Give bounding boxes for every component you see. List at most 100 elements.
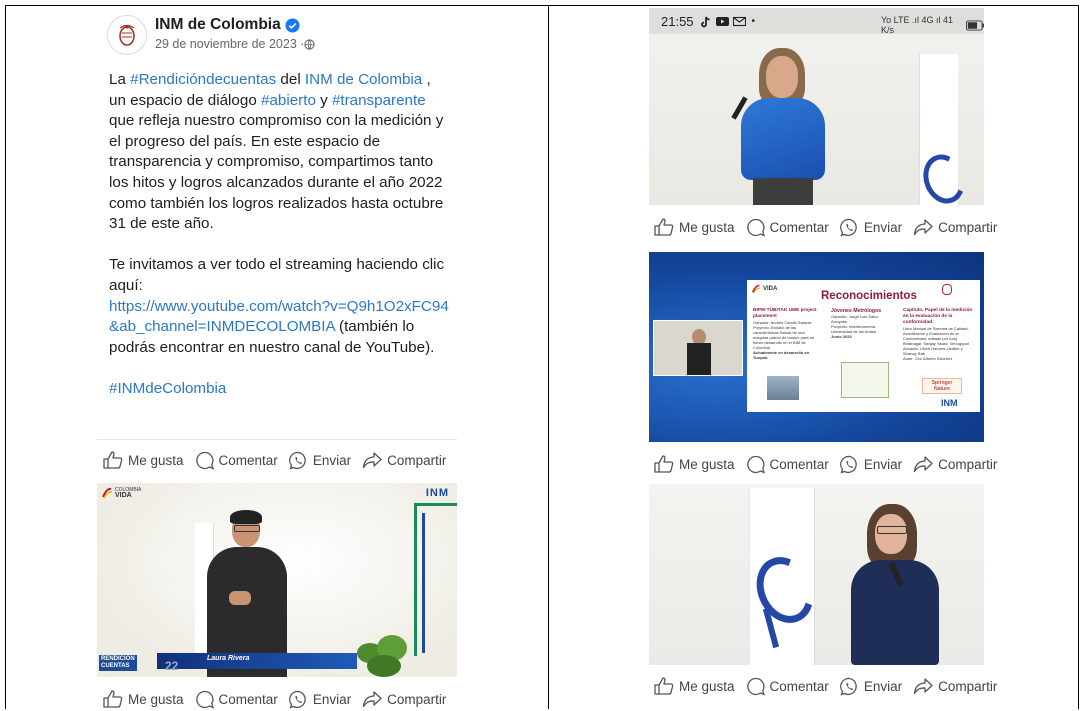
comment-button[interactable]: Comentar [746, 455, 829, 474]
action-bar: Me gusta Comentar Enviar Compartir [654, 215, 1008, 239]
flag-inm-mark [746, 547, 824, 633]
send-button[interactable]: Enviar [288, 451, 352, 470]
status-right: Yo LTE .ıl 4G ıl 41 K/s [881, 15, 984, 35]
share-button[interactable]: Compartir [913, 677, 997, 695]
comment-button[interactable]: Comentar [195, 690, 278, 709]
brand-mark-icon [751, 284, 761, 294]
send-label: Enviar [863, 456, 903, 472]
like-button[interactable]: Me gusta [654, 218, 735, 236]
send-button[interactable]: Enviar [839, 455, 903, 474]
share-label: Compartir [938, 219, 998, 235]
slide-col-3: Capítulo, Papel de la medición en la eva… [903, 308, 973, 361]
divider [97, 439, 457, 440]
video-frame-interpreter[interactable]: COLOMBIA VIDA INM Laura Rivera RENDICIÓN… [97, 483, 457, 677]
page-name-row: INM de Colombia [155, 16, 300, 34]
globe-icon [304, 38, 316, 50]
slide-certificate [841, 362, 889, 398]
inline-link[interactable]: #abierto [261, 92, 316, 109]
share-button[interactable]: Compartir [362, 451, 446, 469]
whatsapp-icon [839, 677, 857, 696]
slide-crest [942, 284, 952, 295]
glasses [877, 526, 907, 534]
comment-icon [195, 690, 214, 709]
share-button[interactable]: Compartir [913, 455, 997, 473]
post-date[interactable]: 29 de noviembre de 2023 · [155, 37, 304, 51]
comment-icon [746, 677, 765, 696]
comment-icon [195, 451, 214, 470]
inm-logo: INM [425, 487, 449, 499]
hair [230, 510, 262, 524]
thumbs-up-icon [654, 218, 674, 236]
photo-slide-reconocimientos[interactable]: VIDA Reconocimientos BIPM-TÜBITAK UME pr… [649, 252, 984, 442]
speaker-woman [849, 504, 941, 665]
gmail-icon [732, 16, 746, 27]
inline-text: del [276, 71, 305, 88]
deco-lines-blue [422, 513, 447, 653]
invite-text: Te invitamos a ver todo el streaming hac… [109, 256, 445, 294]
brand-mark-icon [102, 487, 113, 499]
inline-link[interactable]: INM de Colombia [305, 71, 422, 88]
inline-text: que refleja nuestro compromiso con la me… [109, 112, 444, 233]
youtube-icon [715, 17, 729, 26]
send-label: Enviar [863, 678, 903, 694]
verified-badge-icon [285, 17, 300, 33]
inline-link[interactable]: #transparente [332, 92, 426, 109]
inset-speaker-video [653, 320, 743, 376]
whatsapp-icon [288, 451, 306, 470]
post-paragraph-2: Te invitamos a ver todo el streaming hac… [109, 255, 449, 358]
face [766, 56, 798, 98]
photo-speaker-blue[interactable]: 21:55 • Yo LTE .ıl 4G ıl 41 K/s [649, 8, 984, 205]
flag [746, 488, 824, 665]
comment-button[interactable]: Comentar [195, 451, 278, 470]
action-bar: Me gusta Comentar Enviar Compartir [654, 674, 1008, 698]
action-bar: Me gusta Comentar Enviar Compartir [103, 448, 457, 472]
share-icon [913, 219, 933, 236]
post-date-row: 29 de noviembre de 2023 · [155, 37, 316, 51]
skirt [753, 178, 813, 205]
glasses [234, 525, 260, 532]
share-icon [913, 678, 933, 695]
slide-col-1: BIPM-TÜBITAK UME project placement Ganad… [753, 308, 817, 360]
like-button[interactable]: Me gusta [103, 690, 184, 708]
like-button[interactable]: Me gusta [654, 677, 735, 695]
send-label: Enviar [312, 691, 352, 707]
share-label: Compartir [387, 452, 447, 468]
battery-icon [965, 19, 984, 31]
slide-col-2: Jóvenes Metrólogos Ganador: Jorge Luis S… [831, 308, 882, 339]
thumbs-up-icon [103, 690, 123, 708]
share-button[interactable]: Compartir [913, 218, 997, 236]
thumbs-up-icon [654, 677, 674, 695]
inline-text: La [109, 71, 131, 88]
inline-link[interactable]: #Rendicióndecuentas [130, 71, 276, 88]
comment-button[interactable]: Comentar [746, 677, 829, 696]
whatsapp-icon [839, 455, 857, 474]
action-bar: Me gusta Comentar Enviar Compartir [103, 687, 457, 711]
like-button[interactable]: Me gusta [654, 455, 735, 473]
comment-button[interactable]: Comentar [746, 218, 829, 237]
rendicion-label: RENDICIÓN CUENTAS [99, 655, 137, 671]
status-time: 21:55 • [661, 14, 756, 29]
comment-icon [746, 455, 765, 474]
like-button[interactable]: Me gusta [103, 451, 184, 469]
send-button[interactable]: Enviar [288, 690, 352, 709]
hands [229, 591, 251, 605]
send-label: Enviar [863, 219, 903, 235]
page-name[interactable]: INM de Colombia [155, 16, 281, 34]
send-button[interactable]: Enviar [839, 677, 903, 696]
hashtag-link[interactable]: #INMdeColombia [109, 379, 449, 400]
face [875, 514, 907, 554]
photo-speaker-seated[interactable] [649, 484, 984, 665]
share-label: Compartir [938, 678, 998, 694]
coat-of-arms-icon [119, 24, 135, 46]
like-label: Me gusta [128, 452, 184, 468]
blouse [741, 98, 825, 180]
share-label: Compartir [387, 691, 447, 707]
send-button[interactable]: Enviar [839, 218, 903, 237]
slide-brand: VIDA [751, 284, 777, 294]
slide-inm-logo: INM [941, 398, 958, 408]
share-button[interactable]: Compartir [362, 690, 446, 708]
caption-name: Laura Rivera [207, 655, 250, 662]
whatsapp-icon [288, 690, 306, 709]
page-avatar[interactable] [107, 15, 147, 55]
send-label: Enviar [312, 452, 352, 468]
